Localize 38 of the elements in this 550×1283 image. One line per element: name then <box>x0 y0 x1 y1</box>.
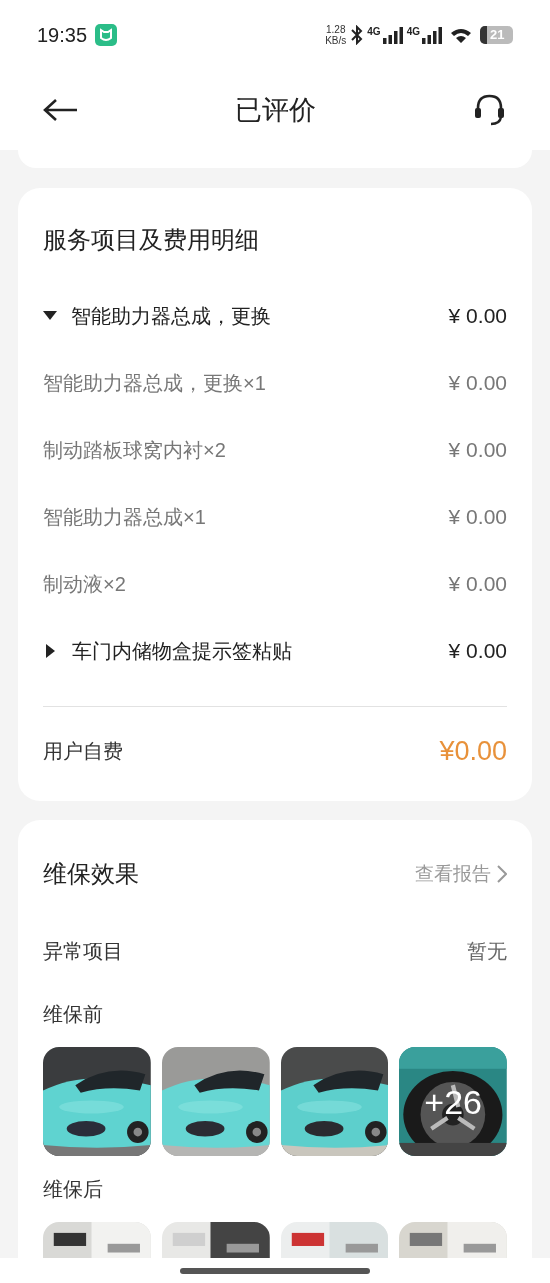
section-title: 维保效果 <box>43 859 139 889</box>
service-item-price: ¥ 0.00 <box>448 503 507 530</box>
service-item-name: 车门内储物盒提示签粘贴 <box>72 638 293 664</box>
network-type: 4G <box>367 26 381 37</box>
page-title: 已评价 <box>234 93 316 127</box>
service-item-name: 制动液×2 <box>43 571 127 597</box>
service-item-name: 智能助力器总成×1 <box>43 504 207 530</box>
home-indicator[interactable] <box>180 1267 370 1274</box>
app-icon <box>95 24 118 46</box>
headset-icon[interactable] <box>472 93 507 127</box>
network-speed: 1.28 <box>326 24 346 35</box>
back-arrow-icon[interactable] <box>43 98 78 122</box>
before-photos-label: 维保前 <box>43 1002 104 1027</box>
total-price: ¥0.00 <box>439 734 507 768</box>
bluetooth-icon <box>350 25 365 45</box>
triangle-down-icon[interactable] <box>43 311 57 320</box>
service-item-price: ¥ 0.00 <box>448 436 507 463</box>
battery-indicator: 21 <box>480 26 513 44</box>
total-label: 用户自费 <box>43 739 123 764</box>
abnormal-items-label: 异常项目 <box>43 939 123 964</box>
after-photos-label: 维保后 <box>43 1177 104 1202</box>
chevron-right-icon <box>497 865 507 883</box>
status-time: 19:35 <box>37 23 88 48</box>
service-item-price: ¥ 0.00 <box>448 570 507 597</box>
network-type: 4G <box>406 26 420 37</box>
service-item-price: ¥ 0.00 <box>448 369 507 396</box>
service-item-name: 智能助力器总成，更换 <box>71 303 272 329</box>
network-speed-unit: KB/s <box>325 35 347 46</box>
service-item-price: ¥ 0.00 <box>448 637 507 664</box>
signal-icon <box>422 26 442 44</box>
signal-icon <box>382 26 403 44</box>
service-item-name: 智能助力器总成，更换×1 <box>43 370 267 396</box>
abnormal-items-value: 暂无 <box>467 939 507 964</box>
service-item-name: 制动踏板球窝内衬×2 <box>43 437 227 463</box>
service-item-price: ¥ 0.00 <box>448 302 507 329</box>
wifi-icon <box>450 26 472 44</box>
triangle-right-icon[interactable] <box>46 643 55 658</box>
section-title: 服务项目及费用明细 <box>43 225 260 255</box>
